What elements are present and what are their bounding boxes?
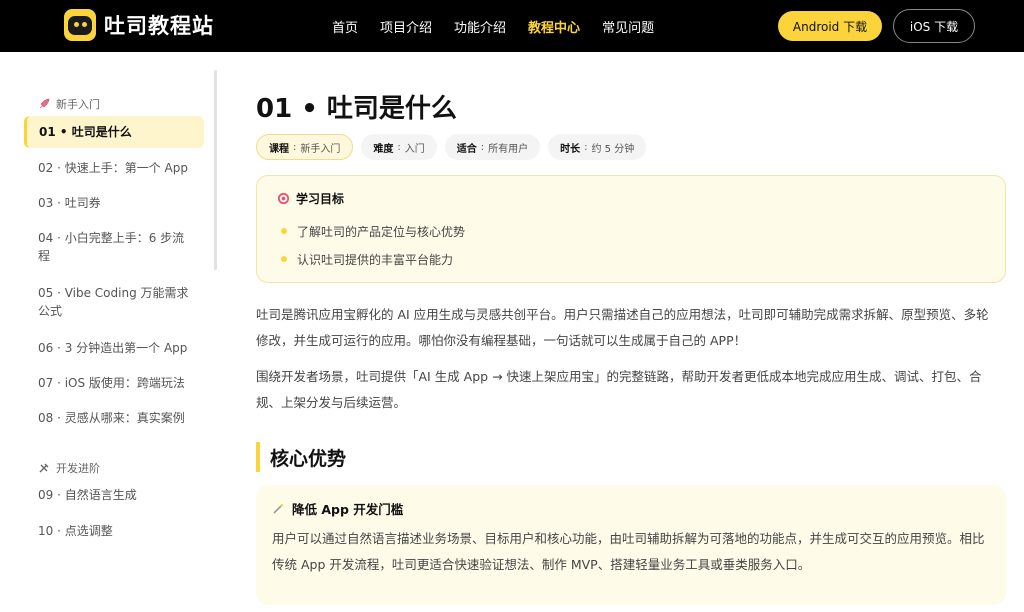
bullet-dot-icon bbox=[281, 256, 287, 262]
goal-item: 了解吐司的产品定位与核心优势 bbox=[277, 217, 985, 245]
course-meta: 课程: 新手入门 难度: 入门 适合: 所有用户 时长: 约 5 分钟 bbox=[256, 134, 647, 160]
nav-features[interactable]: 功能介绍 bbox=[454, 17, 506, 36]
target-icon bbox=[277, 192, 290, 205]
toast-logo-icon bbox=[64, 9, 96, 41]
advantage-card: 降低 App 开发门槛 用户可以通过自然语言描述业务场景、目标用户和核心功能，由… bbox=[256, 485, 1006, 605]
rocket-icon bbox=[39, 98, 50, 109]
main-nav: 首页 项目介绍 功能介绍 教程中心 常见问题 bbox=[332, 0, 676, 52]
sidebar-item-05[interactable]: 05 · Vibe Coding 万能需求公式 bbox=[24, 284, 204, 320]
tools-icon bbox=[39, 463, 49, 473]
meta-chip-difficulty: 难度: 入门 bbox=[361, 134, 437, 160]
learning-goals-box: 学习目标 了解吐司的产品定位与核心优势 认识吐司提供的丰富平台能力 bbox=[256, 175, 1006, 283]
nav-tutorials[interactable]: 教程中心 bbox=[528, 17, 580, 36]
top-navbar: 吐司教程站 首页 项目介绍 功能介绍 教程中心 常见问题 Android 下载 … bbox=[0, 0, 1024, 52]
section-heading-core-advantages: 核心优势 bbox=[256, 442, 346, 472]
nav-projects[interactable]: 项目介绍 bbox=[380, 17, 432, 36]
sidebar-item-06[interactable]: 06 · 3 分钟造出第一个 App bbox=[24, 339, 204, 357]
intro-paragraph: 吐司是腾讯应用宝孵化的 AI 应用生成与灵感共创平台。用户只需描述自己的应用想法… bbox=[256, 307, 989, 348]
advantage-card-title: 降低 App 开发门槛 bbox=[272, 499, 990, 518]
sidebar-item-09[interactable]: 09 · 自然语言生成 bbox=[24, 486, 204, 504]
sidebar-item-02[interactable]: 02 · 快速上手：第一个 App bbox=[24, 159, 204, 177]
ios-download-button[interactable]: iOS 下载 bbox=[893, 9, 975, 43]
page-title: 01 • 吐司是什么 bbox=[256, 94, 457, 124]
sidebar-item-10[interactable]: 10 · 点选调整 bbox=[24, 522, 204, 540]
nav-home[interactable]: 首页 bbox=[332, 17, 358, 36]
sidebar-section-advanced: 开发进阶 bbox=[38, 460, 100, 476]
sidebar-section-beginner: 新手入门 bbox=[38, 96, 100, 112]
tutorial-sidebar: 新手入门 01 • 吐司是什么 02 · 快速上手：第一个 App 03 · 吐… bbox=[24, 52, 220, 612]
sidebar-item-01[interactable]: 01 • 吐司是什么 bbox=[24, 116, 204, 148]
meta-chip-course: 课程: 新手入门 bbox=[256, 134, 354, 160]
android-download-button[interactable]: Android 下载 bbox=[778, 11, 882, 41]
sidebar-item-04[interactable]: 04 · 小白完整上手：6 步流程 bbox=[24, 229, 204, 265]
sidebar-item-03[interactable]: 03 · 吐司券 bbox=[24, 194, 204, 212]
brand-name: 吐司教程站 bbox=[104, 14, 214, 38]
meta-chip-audience: 适合: 所有用户 bbox=[444, 134, 541, 160]
sidebar-item-08[interactable]: 08 · 灵感从哪来：真实案例 bbox=[24, 409, 204, 427]
learning-goals-title: 学习目标 bbox=[277, 190, 985, 207]
goal-item: 认识吐司提供的丰富平台能力 bbox=[277, 245, 985, 273]
sidebar-item-07[interactable]: 07 · iOS 版使用：跨端玩法 bbox=[24, 374, 204, 392]
sidebar-scrollbar[interactable] bbox=[214, 70, 217, 270]
bullet-dot-icon bbox=[281, 228, 287, 234]
meta-chip-duration: 时长: 约 5 分钟 bbox=[548, 134, 647, 160]
developer-paragraph: 围绕开发者场景，吐司提供「AI 生成 App → 快速上架应用宝」的完整链路，帮… bbox=[256, 369, 982, 410]
wand-icon bbox=[273, 503, 284, 514]
brand-logo-link[interactable]: 吐司教程站 bbox=[64, 9, 214, 41]
advantage-card-body: 用户可以通过自然语言描述业务场景、目标用户和核心功能，由吐司辅助拆解为可落地的功… bbox=[272, 531, 985, 572]
nav-faq[interactable]: 常见问题 bbox=[602, 17, 654, 36]
